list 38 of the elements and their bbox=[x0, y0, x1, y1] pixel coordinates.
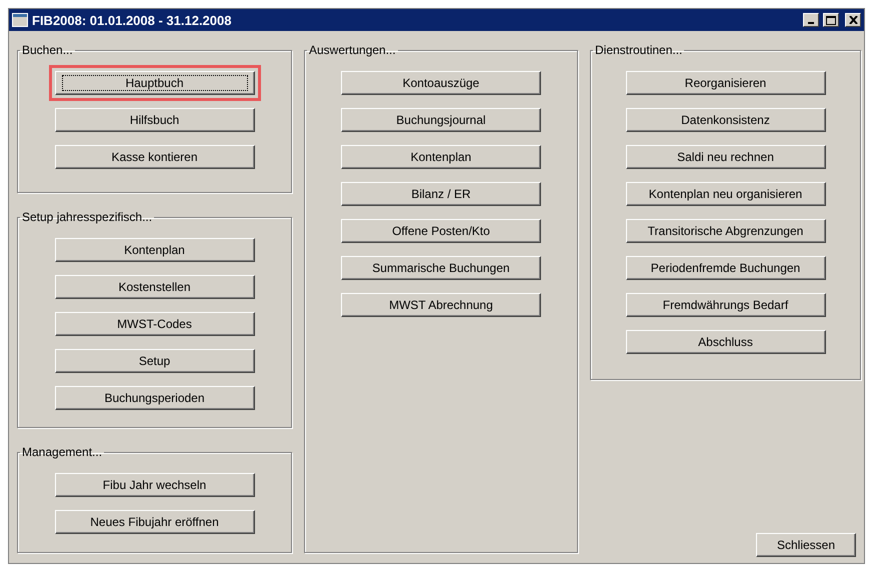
window-icon bbox=[12, 13, 28, 27]
group-title: Management... bbox=[21, 445, 104, 459]
close-button[interactable] bbox=[845, 13, 861, 27]
group-title: Buchen... bbox=[21, 43, 74, 57]
menu-button[interactable]: Offene Posten/Kto bbox=[341, 219, 541, 243]
menu-button[interactable]: Fibu Jahr wechseln bbox=[54, 473, 254, 497]
menu-button[interactable]: Saldi neu rechnen bbox=[626, 145, 826, 169]
menu-button[interactable]: Buchungsjournal bbox=[341, 108, 541, 132]
menu-button[interactable]: Abschluss bbox=[626, 330, 826, 354]
group-title: Setup jahresspezifisch... bbox=[21, 210, 154, 224]
menu-button[interactable]: Hauptbuch bbox=[54, 71, 254, 95]
menu-button[interactable]: Kontenplan bbox=[54, 238, 254, 262]
minimize-button[interactable] bbox=[803, 13, 819, 27]
menu-button[interactable]: Buchungsperioden bbox=[54, 386, 254, 410]
menu-button[interactable]: Kasse kontieren bbox=[54, 145, 254, 169]
menu-button[interactable]: MWST-Codes bbox=[54, 312, 254, 336]
menu-button[interactable]: Kostenstellen bbox=[54, 275, 254, 299]
menu-button[interactable]: Bilanz / ER bbox=[341, 182, 541, 206]
menu-button[interactable]: Neues Fibujahr eröffnen bbox=[54, 510, 254, 534]
menu-button[interactable]: Kontenplan neu organisieren bbox=[626, 182, 826, 206]
menu-button[interactable]: MWST Abrechnung bbox=[341, 293, 541, 317]
group-title: Dienstroutinen... bbox=[594, 43, 684, 57]
menu-button[interactable]: Fremdwährungs Bedarf bbox=[626, 293, 826, 317]
menu-button[interactable]: Transitorische Abgrenzungen bbox=[626, 219, 826, 243]
menu-button[interactable]: Kontoauszüge bbox=[341, 71, 541, 95]
window-title: FIB2008: 01.01.2008 - 31.12.2008 bbox=[32, 12, 232, 28]
menu-button[interactable]: Reorganisieren bbox=[626, 71, 826, 95]
maximize-icon bbox=[826, 16, 836, 24]
close-icon bbox=[848, 16, 858, 24]
menu-button[interactable]: Periodenfremde Buchungen bbox=[626, 256, 826, 280]
group-title: Auswertungen... bbox=[308, 43, 397, 57]
menu-button[interactable]: Summarische Buchungen bbox=[341, 256, 541, 280]
maximize-button[interactable] bbox=[823, 13, 839, 27]
close-button[interactable]: Schliessen bbox=[756, 533, 856, 557]
menu-button[interactable]: Hilfsbuch bbox=[54, 108, 254, 132]
menu-button[interactable]: Kontenplan bbox=[341, 145, 541, 169]
menu-button[interactable]: Setup bbox=[54, 349, 254, 373]
menu-button[interactable]: Datenkonsistenz bbox=[626, 108, 826, 132]
